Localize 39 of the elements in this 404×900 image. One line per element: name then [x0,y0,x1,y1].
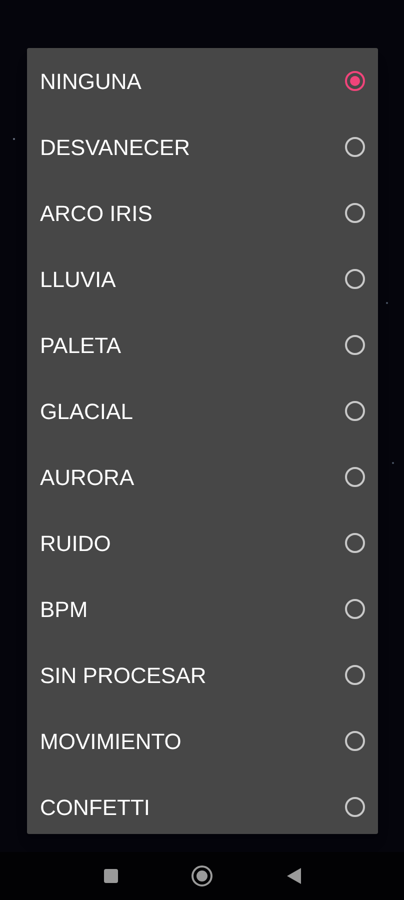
recents-icon[interactable] [103,868,119,884]
radio-button[interactable] [345,71,365,91]
option-label: PALETA [40,332,122,360]
radio-button[interactable] [345,731,365,751]
option-row[interactable]: BPM [27,576,378,642]
radio-button[interactable] [345,137,365,157]
option-label: AURORA [40,464,134,492]
option-row[interactable]: NINGUNA [27,48,378,114]
option-row[interactable]: DESVANECER [27,114,378,180]
option-label: LLUVIA [40,266,116,294]
option-label: MOVIMIENTO [40,728,182,756]
option-label: NINGUNA [40,68,142,96]
radio-button[interactable] [345,269,365,289]
radio-button[interactable] [345,401,365,421]
radio-button[interactable] [345,797,365,817]
option-row[interactable]: ARCO IRIS [27,180,378,246]
option-label: CONFETTI [40,794,150,822]
option-label: ARCO IRIS [40,200,152,228]
home-icon[interactable] [191,865,213,887]
option-label: DESVANECER [40,134,190,162]
option-row[interactable]: MOVIMIENTO [27,708,378,774]
option-row[interactable]: AURORA [27,444,378,510]
option-row[interactable]: GLACIAL [27,378,378,444]
option-label: BPM [40,596,88,624]
radio-button[interactable] [345,203,365,223]
radio-button[interactable] [345,533,365,553]
option-row[interactable]: LLUVIA [27,246,378,312]
radio-button[interactable] [345,467,365,487]
option-row[interactable]: SIN PROCESAR [27,642,378,708]
radio-button[interactable] [345,599,365,619]
option-label: RUIDO [40,530,111,558]
radio-button[interactable] [345,665,365,685]
radio-button[interactable] [345,335,365,355]
back-icon[interactable] [286,867,302,885]
option-label: GLACIAL [40,398,133,426]
option-label: SIN PROCESAR [40,662,206,690]
option-row[interactable]: CONFETTI [27,774,378,834]
option-row[interactable]: PALETA [27,312,378,378]
option-row[interactable]: RUIDO [27,510,378,576]
